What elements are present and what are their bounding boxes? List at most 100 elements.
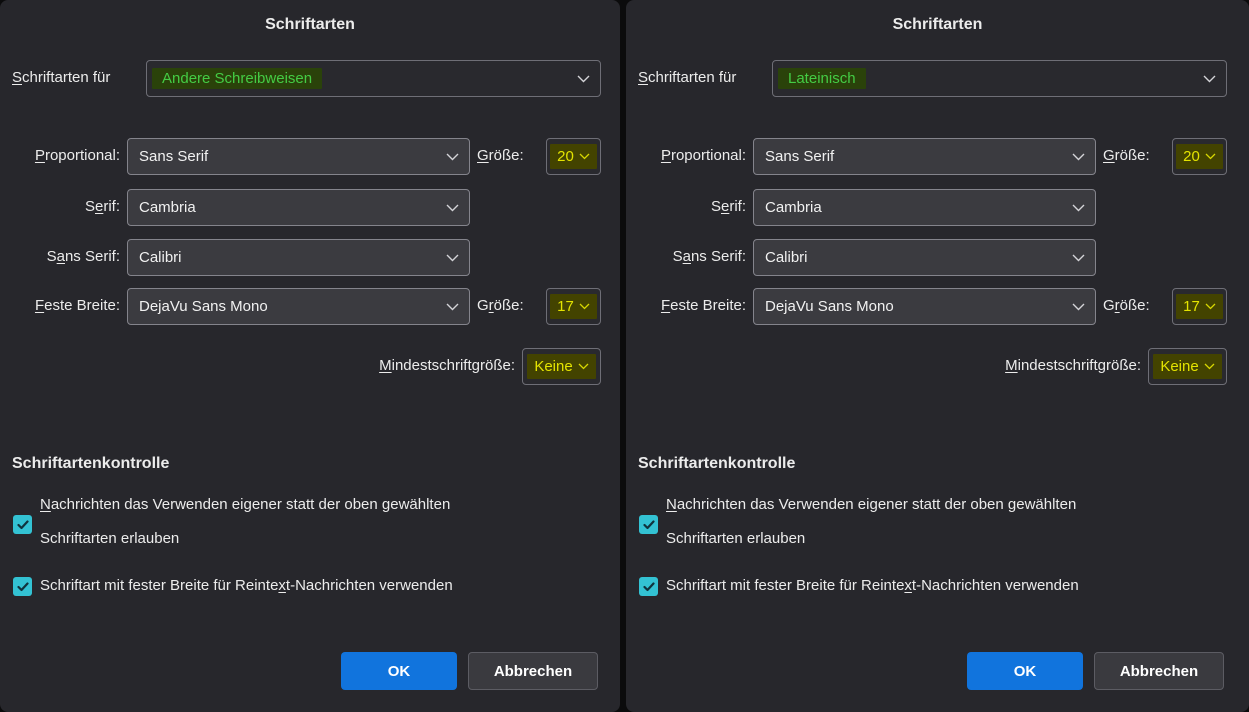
chevron-down-icon bbox=[446, 153, 459, 161]
ok-button[interactable]: OK bbox=[967, 652, 1083, 690]
accesskey: G bbox=[477, 147, 489, 164]
label-part: röße: bbox=[1115, 147, 1150, 164]
accesskey: P bbox=[35, 147, 45, 164]
min-font-size-value: Keine bbox=[1160, 358, 1198, 375]
label-proportional: Proportional: bbox=[0, 147, 120, 164]
label-fixed-width: Feste Breite: bbox=[626, 297, 746, 314]
size-proportional-value: 20 bbox=[1183, 148, 1200, 165]
size-mono-select[interactable]: 17 bbox=[546, 288, 601, 325]
sans-serif-select[interactable]: Calibri bbox=[127, 239, 470, 276]
chevron-down-icon bbox=[579, 153, 590, 160]
label-min-font-size: Mindestschriftgröße: bbox=[150, 357, 515, 374]
proportional-select[interactable]: Sans Serif bbox=[753, 138, 1096, 175]
chevron-down-icon bbox=[1204, 363, 1215, 370]
min-font-size-value: Keine bbox=[534, 358, 572, 375]
accesskey: P bbox=[661, 147, 671, 164]
accesskey: S bbox=[12, 69, 22, 86]
size-proportional-select[interactable]: 20 bbox=[546, 138, 601, 175]
label-sans-serif: Sans Serif: bbox=[0, 248, 120, 265]
fonts-for-value: Andere Schreibweisen bbox=[152, 68, 322, 89]
allow-own-fonts-label-line1: Nachrichten das Verwenden eigener statt … bbox=[666, 496, 1076, 513]
allow-own-fonts-checkbox[interactable] bbox=[639, 515, 658, 534]
ok-button[interactable]: OK bbox=[341, 652, 457, 690]
chevron-down-icon bbox=[1205, 153, 1216, 160]
label-fonts-for: Schriftarten für bbox=[12, 69, 110, 86]
label-sans-serif: Sans Serif: bbox=[626, 248, 746, 265]
sans-serif-select[interactable]: Calibri bbox=[753, 239, 1096, 276]
fonts-for-select[interactable]: Lateinisch bbox=[772, 60, 1227, 97]
fixed-width-plaintext-label: Schriftart mit fester Breite für Reintex… bbox=[40, 577, 453, 594]
label-serif: Serif: bbox=[0, 198, 120, 215]
label-serif: Serif: bbox=[626, 198, 746, 215]
check-icon bbox=[17, 582, 29, 592]
label-part: este Breite: bbox=[44, 297, 120, 314]
fonts-dialog-right: Schriftarten Schriftarten für Lateinisch… bbox=[626, 0, 1249, 712]
fixed-width-value: DejaVu Sans Mono bbox=[754, 298, 894, 315]
font-control-heading: Schriftartenkontrolle bbox=[12, 455, 169, 473]
allow-own-fonts-label-line2: Schriftarten erlauben bbox=[40, 530, 179, 547]
label-size-proportional: Größe: bbox=[477, 147, 524, 164]
proportional-value: Sans Serif bbox=[754, 148, 834, 165]
fixed-width-plaintext-checkbox[interactable] bbox=[639, 577, 658, 596]
accesskey: M bbox=[1005, 357, 1018, 374]
label-part: roportional: bbox=[45, 147, 120, 164]
chevron-down-icon bbox=[446, 303, 459, 311]
label-part: röße: bbox=[489, 147, 524, 164]
chevron-down-icon bbox=[446, 204, 459, 212]
label-part: achrichten das Verwenden eigener statt d… bbox=[51, 496, 450, 513]
fonts-for-select[interactable]: Andere Schreibweisen bbox=[146, 60, 601, 97]
allow-own-fonts-label-line1: Nachrichten das Verwenden eigener statt … bbox=[40, 496, 450, 513]
fixed-width-select[interactable]: DejaVu Sans Mono bbox=[753, 288, 1096, 325]
chevron-down-icon bbox=[1203, 75, 1216, 83]
allow-own-fonts-checkbox[interactable] bbox=[13, 515, 32, 534]
fixed-width-value: DejaVu Sans Mono bbox=[128, 298, 268, 315]
accesskey: G bbox=[1103, 147, 1115, 164]
label-part: achrichten das Verwenden eigener statt d… bbox=[677, 496, 1076, 513]
chevron-down-icon bbox=[578, 363, 589, 370]
label-part: Schriftart mit fester Breite für Reinte bbox=[40, 577, 278, 594]
label-part: indestschriftgröße: bbox=[1018, 357, 1141, 374]
chevron-down-icon bbox=[1072, 204, 1085, 212]
accesskey: F bbox=[35, 297, 44, 314]
proportional-select[interactable]: Sans Serif bbox=[127, 138, 470, 175]
sans-serif-value: Calibri bbox=[128, 249, 182, 266]
accesskey: a bbox=[57, 248, 65, 265]
chevron-down-icon bbox=[579, 303, 590, 310]
label-part: S bbox=[711, 198, 721, 215]
dialog-title: Schriftarten bbox=[626, 16, 1249, 34]
label-part: t-Nachrichten verwenden bbox=[286, 577, 453, 594]
label-part: indestschriftgröße: bbox=[392, 357, 515, 374]
label-part: S bbox=[673, 248, 683, 265]
serif-value: Cambria bbox=[754, 199, 822, 216]
size-proportional-value: 20 bbox=[557, 148, 574, 165]
chevron-down-icon bbox=[446, 254, 459, 262]
fixed-width-select[interactable]: DejaVu Sans Mono bbox=[127, 288, 470, 325]
cancel-button[interactable]: Abbrechen bbox=[1094, 652, 1224, 690]
label-part: öße: bbox=[494, 297, 524, 314]
accesskey: M bbox=[379, 357, 392, 374]
serif-select[interactable]: Cambria bbox=[753, 189, 1096, 226]
chevron-down-icon bbox=[1205, 303, 1216, 310]
min-font-size-select[interactable]: Keine bbox=[522, 348, 601, 385]
label-fonts-for: Schriftarten für bbox=[638, 69, 736, 86]
fixed-width-plaintext-checkbox[interactable] bbox=[13, 577, 32, 596]
serif-select[interactable]: Cambria bbox=[127, 189, 470, 226]
label-fixed-width: Feste Breite: bbox=[0, 297, 120, 314]
accesskey: S bbox=[638, 69, 648, 86]
chevron-down-icon bbox=[1072, 303, 1085, 311]
label-part: roportional: bbox=[671, 147, 746, 164]
label-part: S bbox=[85, 198, 95, 215]
label-part: öße: bbox=[1120, 297, 1150, 314]
chevron-down-icon bbox=[1072, 153, 1085, 161]
label-part: chriftarten für bbox=[22, 69, 110, 86]
label-part: rif: bbox=[729, 198, 746, 215]
check-icon bbox=[17, 520, 29, 530]
size-mono-select[interactable]: 17 bbox=[1172, 288, 1227, 325]
size-proportional-select[interactable]: 20 bbox=[1172, 138, 1227, 175]
cancel-button[interactable]: Abbrechen bbox=[468, 652, 598, 690]
label-part: ns Serif: bbox=[65, 248, 120, 265]
chevron-down-icon bbox=[1072, 254, 1085, 262]
chevron-down-icon bbox=[577, 75, 590, 83]
accesskey: x bbox=[278, 577, 286, 594]
min-font-size-select[interactable]: Keine bbox=[1148, 348, 1227, 385]
